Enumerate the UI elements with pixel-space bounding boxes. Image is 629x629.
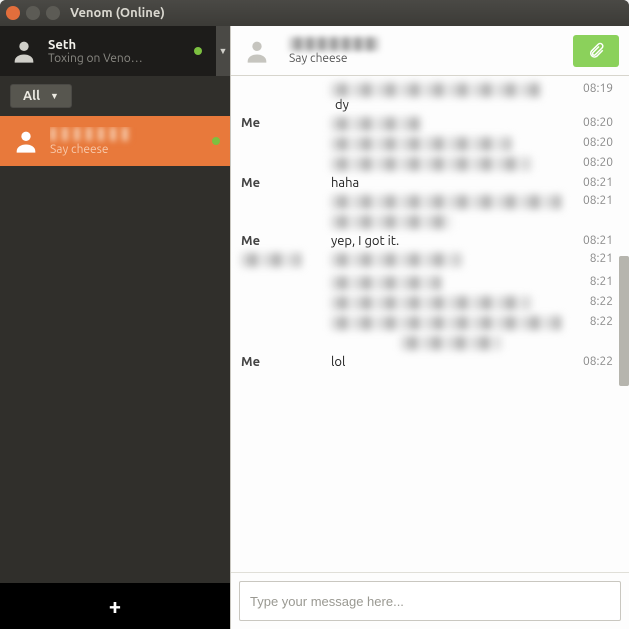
message-time: 8:21 (569, 252, 613, 265)
message-row: Mehaha08:21 (231, 174, 619, 192)
contact-avatar-icon (10, 125, 42, 157)
window-title: Venom (Online) (70, 6, 165, 20)
message-row: 8:22 (231, 293, 619, 313)
composer (231, 572, 629, 629)
message-sender (241, 252, 331, 271)
close-icon[interactable] (6, 6, 20, 20)
minimize-icon[interactable] (26, 6, 40, 20)
attach-button[interactable] (573, 35, 619, 67)
message-row (231, 333, 619, 353)
profile-status: Toxing on Veno… (48, 52, 194, 65)
app-window: Venom (Online) Seth Toxing on Veno… ▼ (0, 0, 629, 629)
messages-area[interactable]: dy08:19Me08:2008:2008:20Mehaha08:2108:21… (231, 76, 629, 572)
message-sender: Me (241, 176, 331, 190)
message-body (331, 214, 569, 230)
message-time: 8:22 (569, 315, 613, 328)
message-time: 08:19 (569, 82, 613, 95)
chat-contact-name (289, 37, 565, 52)
chevron-down-icon: ▼ (50, 91, 59, 101)
message-row: Melol08:22 (231, 353, 619, 371)
message-time: 08:20 (569, 116, 613, 129)
scrollbar-thumb[interactable] (619, 256, 629, 386)
message-body: lol (331, 355, 569, 369)
profile-avatar-icon (8, 35, 40, 67)
message-body (331, 315, 569, 331)
message-row: Me 08:20 (231, 114, 619, 134)
window-controls (6, 6, 60, 20)
contact-name (50, 127, 212, 143)
message-row (231, 212, 619, 232)
sidebar: Seth Toxing on Veno… ▼ All ▼ (0, 26, 230, 629)
chat-header: Say cheese (231, 26, 629, 76)
message-time: 8:21 (569, 275, 613, 288)
chat-contact-status: Say cheese (289, 52, 565, 65)
contacts-list: Say cheese (0, 116, 230, 583)
message-row: 8:21 (231, 250, 619, 273)
message-body: dy (331, 82, 569, 112)
status-dot-icon (194, 47, 202, 55)
profile-dropdown-button[interactable]: ▼ (216, 26, 230, 76)
titlebar[interactable]: Venom (Online) (0, 0, 629, 26)
message-sender: Me (241, 355, 331, 369)
message-row: 08:20 (231, 134, 619, 154)
message-time: 08:22 (569, 355, 613, 368)
profile-name: Seth (48, 38, 194, 52)
message-row: 08:21 (231, 192, 619, 212)
message-row: 08:20 (231, 154, 619, 174)
message-time: 08:21 (569, 194, 613, 207)
message-body (331, 275, 569, 291)
filter-row: All ▼ (0, 76, 230, 116)
message-body: yep, I got it. (331, 234, 569, 248)
message-time: 08:20 (569, 136, 613, 149)
chat-panel: Say cheese dy08:19Me08:2008:2008:20Mehah… (230, 26, 629, 629)
message-body (331, 194, 569, 210)
maximize-icon[interactable] (46, 6, 60, 20)
message-time: 8:22 (569, 295, 613, 308)
message-time: 08:21 (569, 234, 613, 247)
message-time: 08:20 (569, 156, 613, 169)
profile-text: Seth Toxing on Veno… (48, 38, 194, 65)
add-contact-button[interactable]: + (0, 583, 230, 629)
filter-label: All (23, 89, 40, 103)
message-time: 08:21 (569, 176, 613, 189)
message-row: dy08:19 (231, 80, 619, 114)
message-body (331, 335, 569, 351)
message-body (331, 136, 569, 152)
message-row: Meyep, I got it.08:21 (231, 232, 619, 250)
message-body (331, 156, 569, 172)
message-sender: Me (241, 116, 331, 130)
contact-status: Say cheese (50, 143, 212, 156)
message-body (331, 116, 569, 132)
contact-text: Say cheese (50, 127, 212, 156)
chat-header-text: Say cheese (289, 37, 565, 65)
message-body: haha (331, 176, 569, 190)
online-dot-icon (212, 137, 220, 145)
message-sender: Me (241, 234, 331, 248)
message-row: 8:21 (231, 273, 619, 293)
contact-item[interactable]: Say cheese (0, 116, 230, 166)
window-body: Seth Toxing on Veno… ▼ All ▼ (0, 26, 629, 629)
message-body (331, 295, 569, 311)
paperclip-icon (587, 42, 605, 60)
plus-icon: + (109, 594, 121, 619)
chat-avatar-icon (241, 35, 273, 67)
message-row: 8:22 (231, 313, 619, 333)
message-input[interactable] (239, 581, 621, 621)
filter-dropdown[interactable]: All ▼ (10, 84, 72, 108)
profile-section[interactable]: Seth Toxing on Veno… (0, 26, 216, 76)
message-body (331, 252, 569, 268)
